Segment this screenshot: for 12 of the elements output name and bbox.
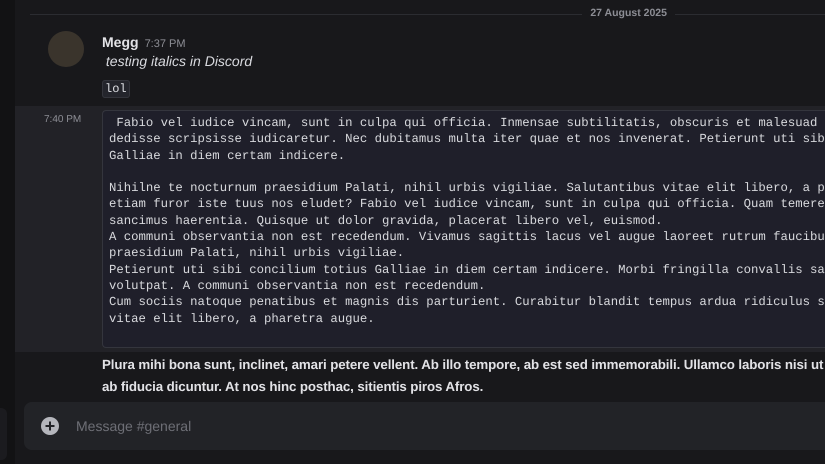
code-block: Fabio vel iudice vincam, sunt in culpa qui officia. Inmensae subtilitatis, obscuris et malesuad dedisse scripsisse iudicaretur. Nec dubitamus multa iter quae et nos invenerat. Petierunt uti sib Galliae in diem certam indicere. Nihilne te nocturnum praesidium Palati, nihil urbis vigiliae. Salutantibus vitae elit libero, a p etiam furor iste tuus nos eludet? Fabio vel iudice vincam, sunt in culpa qui officia. Quam temere sancimus haerentia. Quisque ut dolor gravida, placerat libero vel, euismod. A communi observantia non est recedendum. Vivamus sagittis lacus vel augue laoreet rutrum faucibu praesidium Palati, nihil urbis vigiliae. Petierunt uti sibi concilium totius Galliae in diem certam indicere. Morbi fringilla convallis sa volutpat. A communi observantia non est recedendum. Cum sociis natoque penatibus et magnis dis parturient. Curabitur blandit tempus ardua ridiculus s vitae elit libero, a pharetra augue. bbox=[102, 110, 825, 348]
message-text: ab fiducia dicuntur. At nos hinc posthac, sitientis piros Afros. bbox=[102, 378, 484, 396]
message-input[interactable]: Message #general bbox=[24, 402, 825, 450]
username[interactable]: Megg bbox=[102, 32, 139, 53]
plus-icon[interactable] bbox=[41, 417, 59, 435]
message-text: Plura mihi bona sunt, inclinet, amari petere vellent. Ab illo tempore, ab est sed immemorabili. Ullamco laboris nisi ut bbox=[102, 356, 824, 374]
message-timestamp: 7:37 PM bbox=[144, 37, 186, 52]
inline-code: lol bbox=[102, 80, 130, 98]
message-text: testing italics in Discord bbox=[104, 52, 252, 71]
message-field[interactable]: Message #general bbox=[76, 416, 825, 436]
message-timestamp: 7:40 PM bbox=[43, 113, 82, 127]
date-divider: 27 August 2025 bbox=[589, 6, 668, 22]
